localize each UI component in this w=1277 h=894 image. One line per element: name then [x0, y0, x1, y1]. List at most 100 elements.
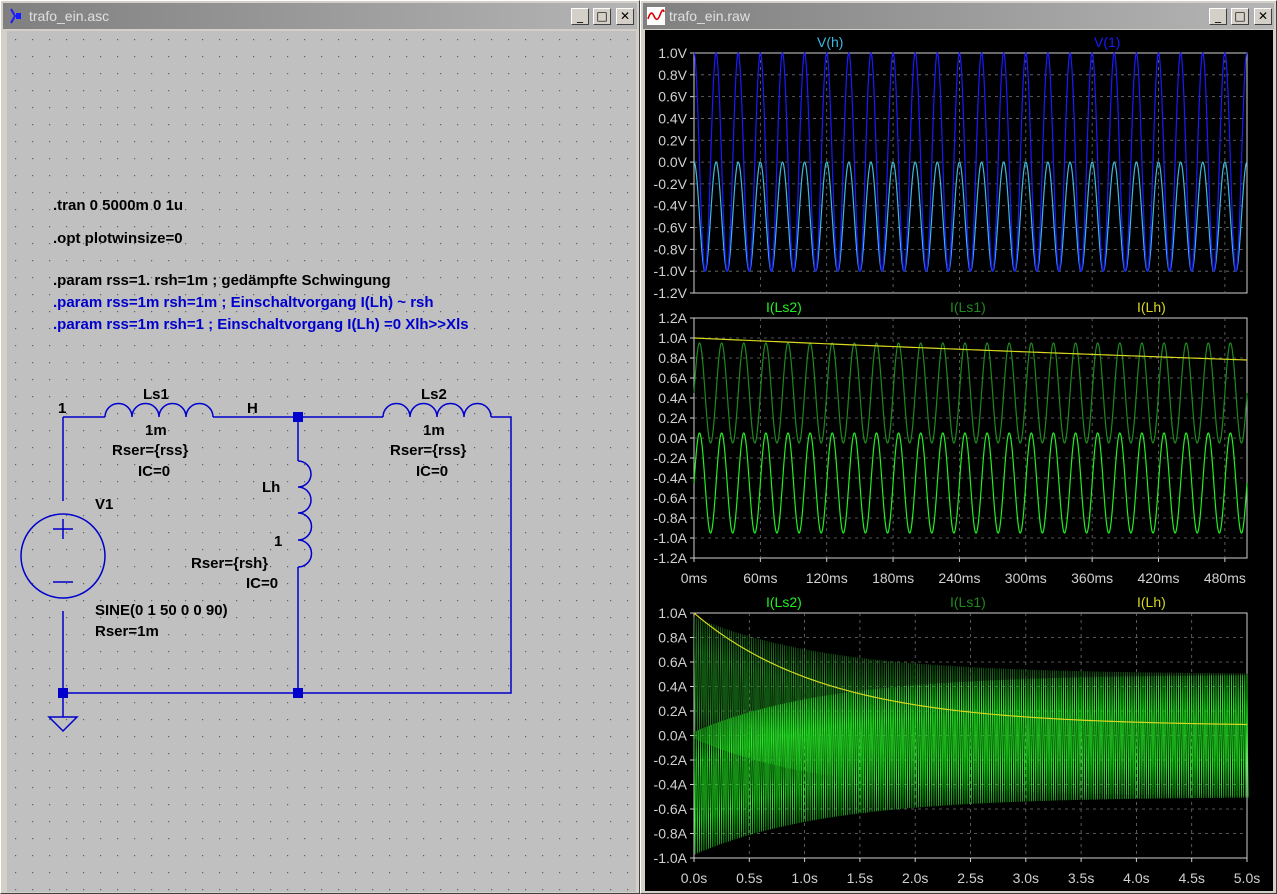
ytick-label: 0.0V	[658, 154, 687, 170]
trace-label-v1[interactable]: V(1)	[1094, 34, 1120, 50]
schematic-canvas[interactable]: .tran 0 5000m 0 1u .opt plotwinsize=0 .p…	[7, 31, 636, 892]
xtick-label: 1.0s	[791, 870, 817, 886]
ytick-label: -0.4V	[654, 198, 688, 214]
ytick-label: 0.2V	[658, 132, 687, 148]
ytick-label: 0.2A	[658, 410, 687, 426]
xtick-label: 360ms	[1071, 570, 1113, 586]
minimize-button[interactable]: _	[571, 8, 589, 25]
ytick-label: -1.0A	[654, 530, 688, 546]
ls2-ic[interactable]: IC=0	[416, 463, 448, 480]
xtick-label: 0ms	[681, 570, 707, 586]
ytick-label: 0.6A	[658, 370, 687, 386]
trace-label-ilh[interactable]: I(Lh)	[1137, 299, 1166, 315]
ytick-label: 1.0V	[658, 45, 687, 61]
ytick-label: 1.2A	[658, 310, 687, 326]
schematic-icon	[10, 8, 21, 24]
xtick-label: 480ms	[1204, 570, 1246, 586]
plot-title: trafo_ein.raw	[669, 8, 750, 24]
junction-lh-bottom	[293, 688, 303, 698]
ytick-label: 0.2A	[658, 703, 687, 719]
ytick-label: 1.0A	[658, 605, 687, 621]
schematic-window[interactable]: trafo_ein.asc _ □ ✕ .tran 0 5000m 0 1u .…	[0, 0, 640, 894]
xtick-label: 0.0s	[681, 870, 707, 886]
ls1-name[interactable]: Ls1	[143, 386, 169, 403]
xtick-label: 0.5s	[736, 870, 762, 886]
ytick-label: -0.4A	[654, 470, 688, 486]
ytick-label: -0.2A	[654, 450, 688, 466]
ytick-label: 0.4V	[658, 110, 687, 126]
ytick-label: 0.6V	[658, 89, 687, 105]
ls2-value[interactable]: 1m	[423, 422, 445, 439]
xtick-label: 3.0s	[1013, 870, 1039, 886]
minimize-button[interactable]: _	[1209, 8, 1227, 25]
xtick-label: 5.0s	[1234, 870, 1260, 886]
net-label-1[interactable]: 1	[58, 400, 66, 417]
schematic-titlebar[interactable]: trafo_ein.asc _ □ ✕	[3, 3, 637, 29]
ls2-name[interactable]: Ls2	[421, 386, 447, 403]
ytick-label: -0.6V	[654, 220, 688, 236]
ytick-label: 1.0A	[658, 330, 687, 346]
schematic-title: trafo_ein.asc	[29, 8, 110, 24]
ytick-label: 0.8A	[658, 350, 687, 366]
net-label-h[interactable]: H	[247, 400, 258, 417]
close-button[interactable]: ✕	[1254, 8, 1272, 25]
ls1-ic[interactable]: IC=0	[138, 463, 170, 480]
maximize-button[interactable]: □	[593, 8, 611, 25]
ytick-label: -0.2V	[654, 176, 688, 192]
ytick-label: 0.4A	[658, 679, 687, 695]
directive-opt[interactable]: .opt plotwinsize=0	[53, 230, 183, 247]
xtick-label: 420ms	[1138, 570, 1180, 586]
ytick-label: -0.8A	[654, 510, 688, 526]
ytick-label: 0.0A	[658, 728, 687, 744]
ytick-label: -0.4A	[654, 777, 688, 793]
v1-value[interactable]: SINE(0 1 50 0 0 90)	[95, 602, 228, 619]
xtick-label: 60ms	[743, 570, 777, 586]
junction-h	[293, 412, 303, 422]
xtick-label: 180ms	[872, 570, 914, 586]
lh-name[interactable]: Lh	[262, 479, 280, 496]
trace-label-ils1-full[interactable]: I(Ls1)	[950, 594, 986, 610]
ytick-label: 0.6A	[658, 654, 687, 670]
lh-value[interactable]: 1	[274, 533, 282, 550]
ytick-label: 0.0A	[658, 430, 687, 446]
ytick-label: -1.0V	[654, 263, 688, 279]
maximize-button[interactable]: □	[1231, 8, 1249, 25]
ls1-value[interactable]: 1m	[145, 422, 167, 439]
ytick-label: 0.8A	[658, 630, 687, 646]
lh-ic[interactable]: IC=0	[246, 575, 278, 592]
ytick-label: -0.6A	[654, 801, 688, 817]
xtick-label: 4.5s	[1178, 870, 1204, 886]
trace-label-vh[interactable]: V(h)	[817, 34, 843, 50]
trace-label-ilh-full[interactable]: I(Lh)	[1137, 594, 1166, 610]
v1-name[interactable]: V1	[95, 496, 113, 513]
junction-ground	[58, 688, 68, 698]
xtick-label: 2.0s	[902, 870, 928, 886]
ytick-label: -0.2A	[654, 752, 688, 768]
trace-label-ils2[interactable]: I(Ls2)	[766, 299, 802, 315]
plot-titlebar[interactable]: trafo_ein.raw _ □ ✕	[643, 3, 1274, 29]
ytick-label: -0.8V	[654, 241, 688, 257]
directive-param-2[interactable]: .param rss=1m rsh=1m ; Einschaltvorgang …	[53, 294, 434, 311]
v1-rser[interactable]: Rser=1m	[95, 623, 159, 640]
waveform-plot-area[interactable]: V(h) V(1) 1.0V 0.8V 0.6V 0.4V 0.2V 0.0V -0.2V -…	[645, 30, 1273, 891]
close-button[interactable]: ✕	[616, 8, 634, 25]
schematic-grid	[7, 31, 636, 892]
ytick-label: 0.8V	[658, 67, 687, 83]
xtick-label: 2.5s	[957, 870, 983, 886]
ytick-label: -1.2A	[654, 550, 688, 566]
directive-param-1[interactable]: .param rss=1. rsh=1m ; gedämpfte Schwing…	[53, 272, 391, 289]
xtick-label: 1.5s	[847, 870, 873, 886]
ls2-rser[interactable]: Rser={rss}	[390, 442, 466, 459]
directive-tran[interactable]: .tran 0 5000m 0 1u	[53, 197, 183, 214]
ytick-label: -0.8A	[654, 826, 688, 842]
ytick-label: -1.2V	[654, 285, 688, 301]
trace-label-ils2-full[interactable]: I(Ls2)	[766, 594, 802, 610]
trace-label-ils1[interactable]: I(Ls1)	[950, 299, 986, 315]
ytick-label: -1.0A	[654, 850, 688, 866]
xtick-label: 120ms	[806, 570, 848, 586]
xtick-label: 4.0s	[1123, 870, 1149, 886]
lh-rser[interactable]: Rser={rsh}	[191, 555, 268, 572]
ls1-rser[interactable]: Rser={rss}	[112, 442, 188, 459]
xtick-label: 240ms	[938, 570, 980, 586]
directive-param-3[interactable]: .param rss=1m rsh=1 ; Einschaltvorgang I…	[53, 316, 469, 333]
